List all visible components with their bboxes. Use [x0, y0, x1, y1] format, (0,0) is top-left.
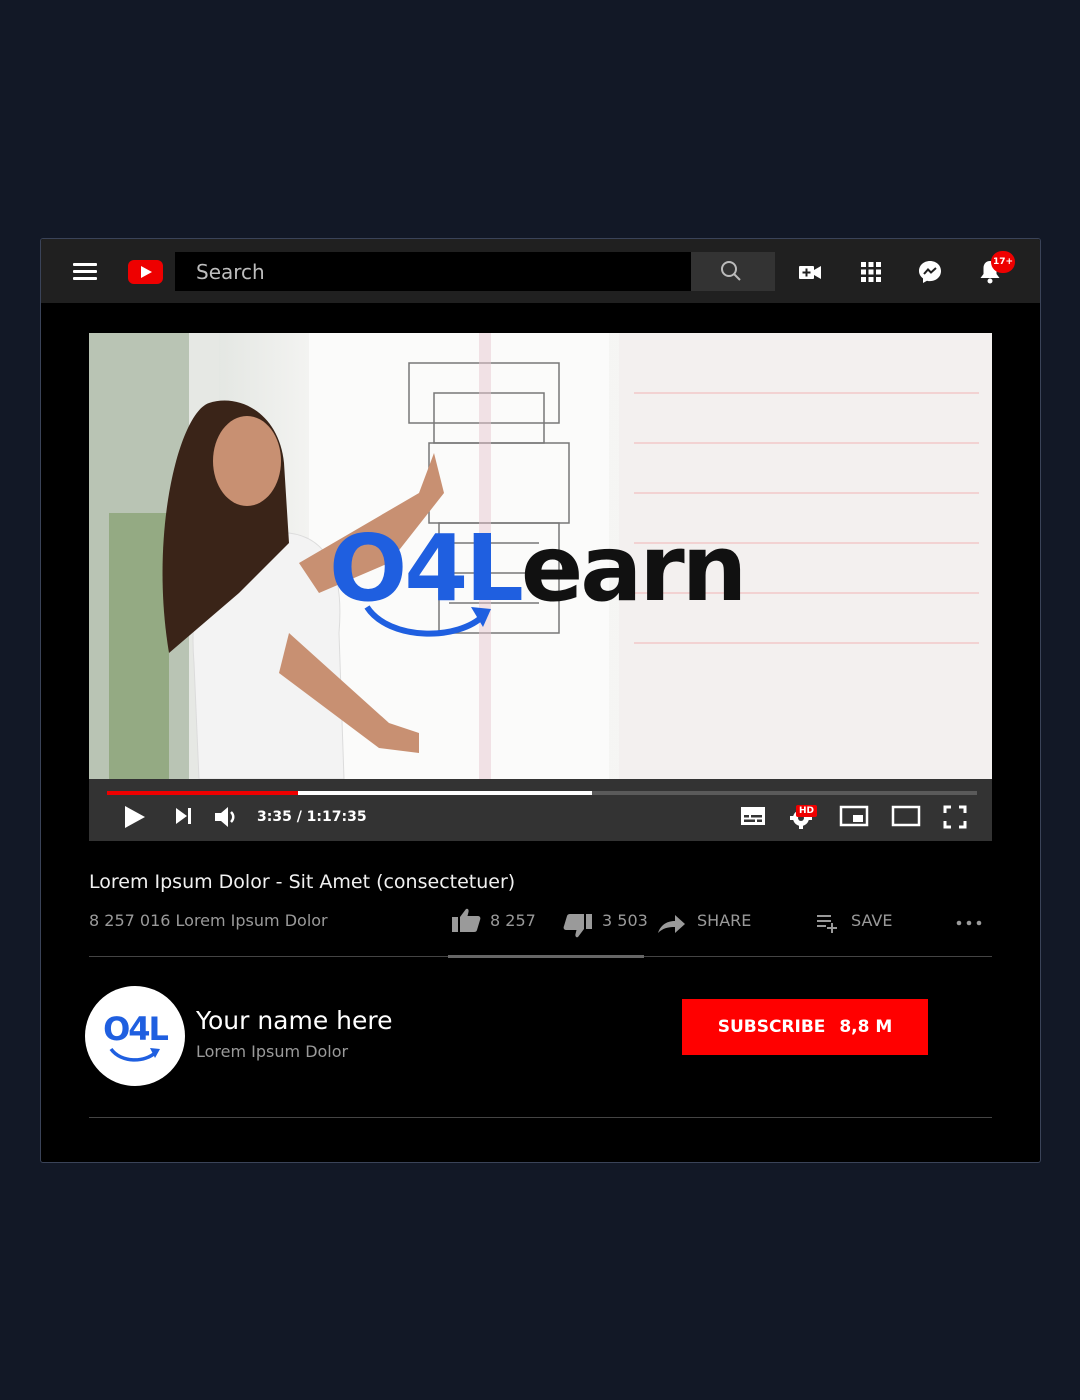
subtitles-icon[interactable] [740, 805, 766, 827]
avatar-logo-text: O4L [103, 1010, 169, 1048]
subscriber-count: 8,8 M [839, 1017, 893, 1037]
theater-mode-icon[interactable] [891, 805, 921, 827]
like-dislike-ratio-bar [448, 955, 644, 958]
like-count: 8 257 [490, 911, 536, 930]
hd-badge: HD [796, 805, 818, 817]
create-video-icon[interactable] [797, 259, 823, 285]
video-title: Lorem Ipsum Dolor - Sit Amet (consectetu… [89, 871, 516, 893]
search-button[interactable] [691, 252, 775, 291]
hamburger-menu-icon[interactable] [73, 263, 97, 281]
channel-name[interactable]: Your name here [196, 1006, 393, 1035]
apps-grid-icon[interactable] [858, 259, 884, 285]
search-icon [721, 261, 741, 281]
view-count: 8 257 016 Lorem Ipsum Dolor [89, 911, 328, 930]
more-options-icon[interactable] [955, 919, 983, 927]
channel-subtitle: Lorem Ipsum Dolor [196, 1042, 349, 1061]
channel-avatar[interactable]: O4L [85, 986, 185, 1086]
fullscreen-icon[interactable] [943, 805, 967, 829]
divider [89, 1117, 992, 1118]
save-button[interactable]: SAVE [851, 911, 892, 930]
player-controls: 3:35 / 1:17:35 HD [89, 779, 992, 841]
volume-icon[interactable] [213, 805, 239, 829]
miniplayer-icon[interactable] [839, 805, 869, 827]
played-bar [107, 791, 299, 795]
time-display: 3:35 / 1:17:35 [257, 809, 367, 825]
subscribe-button[interactable]: SUBSCRIBE 8,8 M [682, 999, 928, 1055]
messages-icon[interactable] [917, 259, 943, 285]
top-bar: 17+ [41, 239, 1040, 303]
progress-bar[interactable] [107, 791, 977, 795]
share-button[interactable]: SHARE [697, 911, 751, 930]
dislike-count: 3 503 [602, 911, 648, 930]
search-input[interactable] [175, 252, 691, 291]
thumbs-up-icon[interactable] [451, 907, 481, 933]
youtube-logo-icon[interactable] [128, 260, 163, 284]
youtube-window: 17+ [40, 238, 1041, 1163]
next-icon[interactable] [173, 805, 195, 827]
video-player[interactable]: O4Learn 3:35 / 1:17:35 HD [89, 333, 992, 841]
save-playlist-icon[interactable] [816, 913, 840, 933]
subscribe-label: SUBSCRIBE [717, 1017, 826, 1037]
avatar-arrow-icon [109, 1047, 160, 1062]
notification-badge: 17+ [991, 251, 1015, 273]
play-icon[interactable] [123, 805, 147, 829]
share-arrow-icon[interactable] [656, 913, 686, 935]
logo-arrow-icon [364, 605, 491, 637]
thumbs-down-icon[interactable] [563, 913, 593, 939]
